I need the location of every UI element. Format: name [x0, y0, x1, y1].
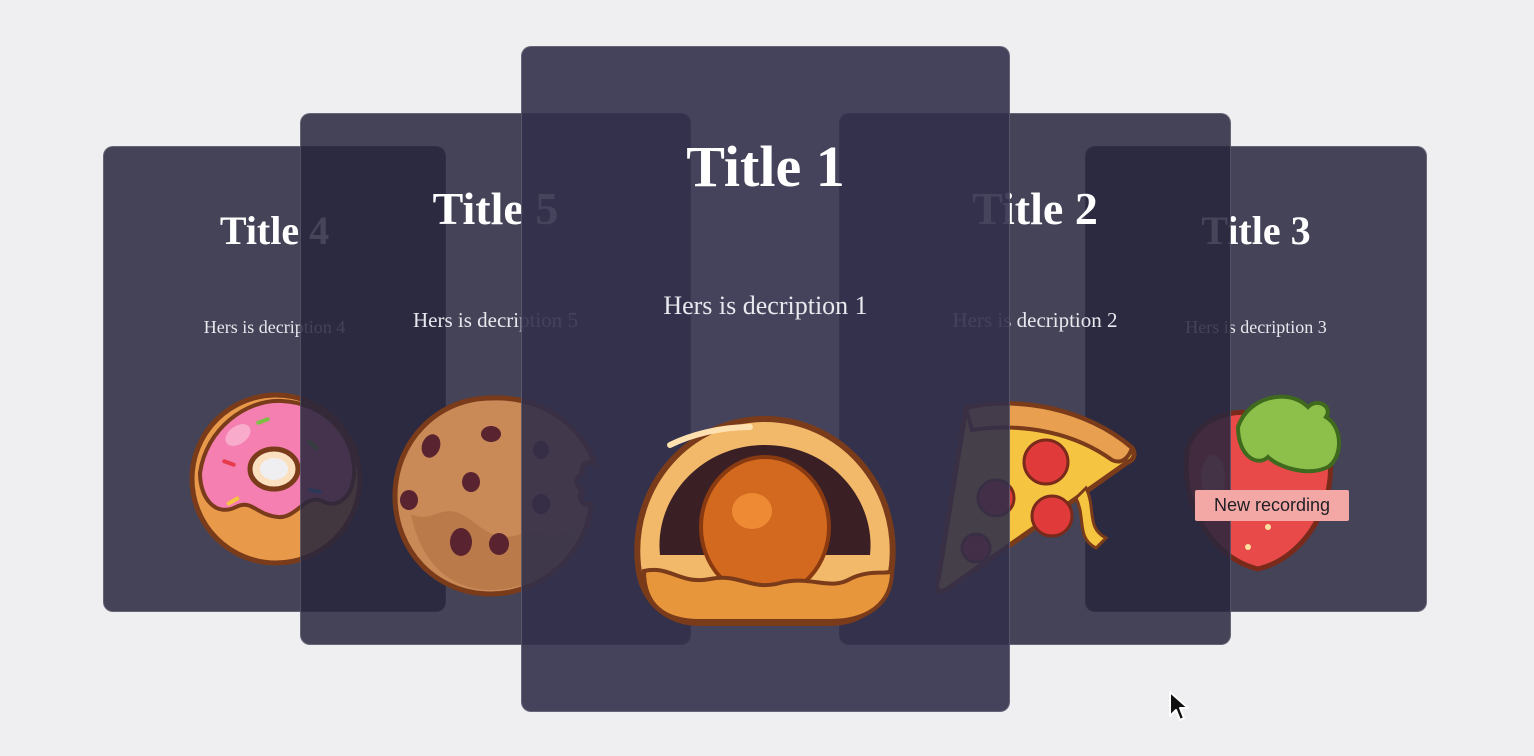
egg-tart-icon: [634, 415, 896, 626]
mouse-cursor-icon: [1169, 691, 1189, 721]
carousel-card-1[interactable]: Title 1 Hers is decription 1: [521, 46, 1010, 712]
card-title: Title 1: [686, 134, 845, 199]
carousel-stage: Title 4 Hers is decription 4 Title 3 Her…: [0, 0, 1534, 756]
new-recording-tooltip[interactable]: New recording: [1195, 490, 1349, 521]
card-description: Hers is decription 1: [663, 291, 868, 320]
